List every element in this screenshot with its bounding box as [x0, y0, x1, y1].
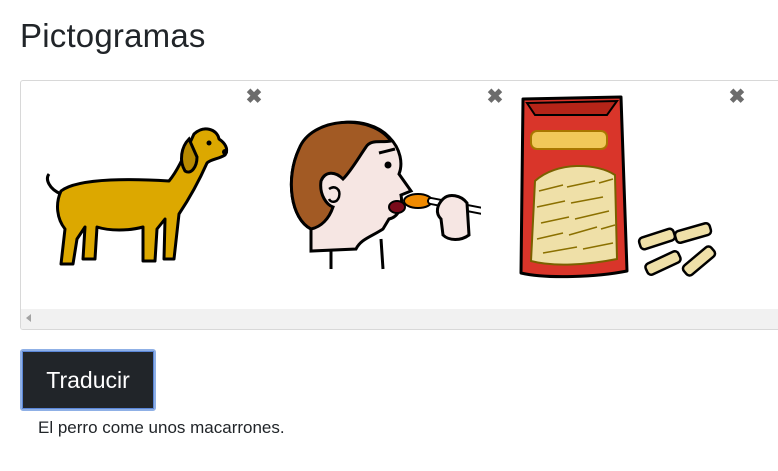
page-title: Pictogramas: [20, 17, 206, 54]
pasta-pictogram: [519, 95, 717, 279]
translation-result: El perro come unos macarrones.: [38, 418, 285, 437]
pictogram-strip: ✖ ✖ ✖: [20, 80, 778, 330]
pictogram-card-dog[interactable]: ✖: [21, 81, 262, 307]
pictogram-card-eat[interactable]: ✖: [261, 81, 503, 307]
pictogram-card-pasta[interactable]: ✖: [501, 81, 745, 307]
horizontal-scrollbar[interactable]: [21, 309, 778, 329]
dog-pictogram: [46, 127, 229, 266]
translate-button[interactable]: Traducir: [20, 349, 156, 411]
scroll-left-icon[interactable]: [26, 314, 31, 322]
eat-pictogram: [289, 120, 481, 270]
